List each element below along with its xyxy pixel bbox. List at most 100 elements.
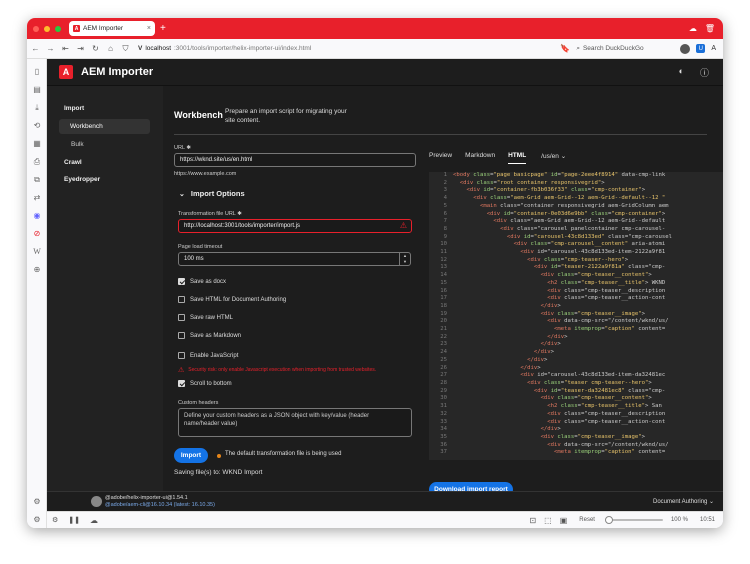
app-footer: @adobe/helix-importer-ui@1.54.1 @adobe/a…	[47, 491, 723, 511]
reload-icon[interactable]: ↻	[89, 44, 102, 53]
code-line: 24 </div>	[440, 349, 555, 356]
bookmarks-icon[interactable]: ▯	[32, 67, 42, 77]
search-field[interactable]: ⌕ Search DuckDuckGo	[576, 45, 674, 53]
code-line: 22 </div>	[440, 333, 568, 340]
zoom-level: 100 %	[670, 517, 688, 523]
panel-toggle-icon[interactable]: ⚙	[52, 516, 58, 524]
gear-icon[interactable]: ⚙	[32, 515, 42, 525]
skip-back-icon[interactable]: ⇤	[59, 44, 72, 53]
extension-u-icon[interactable]: U	[696, 44, 706, 53]
checkbox-save-markdown[interactable]: Save as Markdown	[178, 332, 241, 339]
app-header: A AEM Importer ◐ ⓘ	[47, 59, 723, 86]
transform-label: Transformation file URL ✱	[178, 211, 242, 217]
close-tab-icon[interactable]: ×	[147, 25, 151, 32]
zoom-slider[interactable]	[604, 516, 663, 524]
pause-icon[interactable]: ❚❚	[68, 516, 80, 524]
history-icon[interactable]: ⟲	[32, 121, 42, 131]
home-icon[interactable]: ⌂	[104, 44, 117, 53]
new-tab-icon[interactable]: +	[160, 23, 166, 34]
navigation-bar: ← → ⇤ ⇥ ↻ ⌂ ⛉ V localhost:3001/tools/imp…	[27, 39, 723, 59]
checkbox-save-raw-html[interactable]: Save raw HTML	[178, 314, 233, 321]
import-button[interactable]: Import	[174, 448, 208, 463]
page-description: Prepare an import script for migrating y…	[225, 108, 347, 124]
path-select[interactable]: /us/en ⌄	[541, 152, 566, 164]
bookmark-icon[interactable]: 🔖	[560, 44, 570, 53]
checkbox-box[interactable]	[178, 380, 185, 387]
code-line: 5 <main class="container responsivegrid …	[443, 202, 669, 209]
code-line: 11 <div id="carousel-43c8d133ed-item-212…	[440, 249, 666, 256]
maximize-window-button[interactable]	[55, 25, 61, 32]
url-input[interactable]: https://wknd.site/us/en.html	[174, 153, 416, 167]
code-line: 27 <div id="carousel-43c8d133ed-item-da3…	[440, 372, 666, 379]
cloud-status-icon[interactable]: ☁	[90, 516, 98, 525]
checkbox-box[interactable]	[178, 332, 185, 339]
forward-icon[interactable]: →	[44, 44, 57, 53]
skip-forward-icon[interactable]: ⇥	[74, 44, 87, 53]
nav-import[interactable]: Import	[64, 105, 84, 112]
zoom-slider-thumb[interactable]	[604, 516, 613, 524]
print-icon[interactable]: ⎙	[32, 157, 42, 167]
trash-icon[interactable]: 🗑	[705, 24, 715, 33]
profile-avatar[interactable]	[680, 43, 691, 54]
shield-icon[interactable]: ⛉	[119, 44, 132, 54]
transform-url-input[interactable]: http://localhost:3001/tools/importer/imp…	[178, 219, 412, 233]
tiling-icon[interactable]: ⬚	[544, 516, 552, 525]
close-window-button[interactable]	[33, 25, 39, 32]
code-line: 15 <h2 class="cmp-teaser__title"> WKND	[440, 279, 666, 286]
tab-html[interactable]: HTML	[508, 152, 527, 164]
checkbox-box[interactable]	[178, 296, 185, 303]
code-line: 34 </div>	[440, 426, 561, 433]
timeout-label: Page load timeout	[178, 244, 223, 250]
options-panel: Workbench Prepare an import script for m…	[163, 86, 429, 511]
browser-tab[interactable]: A AEM Importer ×	[69, 21, 155, 36]
stepper[interactable]: ▲ ▼	[399, 253, 410, 265]
add-panel-icon[interactable]: ⊕	[32, 265, 42, 275]
nav-workbench[interactable]: Workbench	[59, 119, 150, 134]
html-code-view[interactable]: 1 <body class="page basicpage" id="page-2…	[429, 172, 723, 460]
preview-panel: Preview Markdown HTML /us/en ⌄ 1 <body cl…	[429, 86, 723, 511]
theme-toggle-icon[interactable]: ◐	[679, 66, 684, 79]
notes-icon[interactable]: ▦	[32, 139, 42, 149]
translate-icon[interactable]: ⧉	[32, 175, 42, 185]
help-icon[interactable]: ⓘ	[700, 66, 709, 79]
vivaldi-icon[interactable]: ⊘	[32, 229, 42, 239]
zoom-reset[interactable]: Reset	[579, 517, 595, 523]
settings-icon[interactable]: ⚙	[32, 497, 42, 507]
nav-crawl[interactable]: Crawl	[64, 159, 82, 166]
wikipedia-icon[interactable]: W	[32, 247, 42, 257]
extension-a-icon[interactable]: A	[711, 45, 716, 52]
checkbox-save-html-da[interactable]: Save HTML for Document Authoring	[178, 296, 286, 303]
reading-list-icon[interactable]: ▤	[32, 85, 42, 95]
code-line: 30 <div class="cmp-teaser__content">	[440, 395, 652, 402]
checkbox-box[interactable]	[178, 314, 185, 321]
image-icon[interactable]: ▣	[560, 516, 568, 525]
authoring-select[interactable]: Document Authoring ⌄	[653, 498, 714, 505]
custom-headers-textarea[interactable]: Define your custom headers as a JSON obj…	[178, 408, 412, 437]
nav-bulk[interactable]: Bulk	[71, 141, 84, 148]
checkbox-scroll-bottom[interactable]: Scroll to bottom	[178, 380, 232, 387]
address-bar[interactable]: V localhost:3001/tools/importer/helix-im…	[138, 45, 311, 52]
nav-eyedropper[interactable]: Eyedropper	[64, 176, 100, 183]
checkbox-save-docx[interactable]: Save as docx	[178, 278, 226, 285]
cloud-icon[interactable]: ☁	[689, 24, 697, 33]
timeout-input[interactable]: 100 ms ▲ ▼	[178, 252, 411, 266]
sync-icon[interactable]: ⇄	[32, 193, 42, 203]
minimize-window-button[interactable]	[44, 25, 50, 32]
headers-label: Custom headers	[178, 400, 219, 406]
search-placeholder: Search DuckDuckGo	[582, 45, 644, 52]
back-icon[interactable]: ←	[29, 44, 42, 53]
tab-markdown[interactable]: Markdown	[465, 152, 495, 164]
mastodon-icon[interactable]: ◉	[32, 211, 42, 221]
divider	[174, 134, 429, 135]
browser-window: A AEM Importer × + ☁ 🗑 ← → ⇤ ⇥ ↻ ⌂ ⛉ V l…	[27, 18, 723, 528]
code-line: 9 <div id="carousel-43c8d133ed" class="c…	[443, 233, 672, 240]
url-host: localhost	[145, 45, 171, 52]
downloads-icon[interactable]: ⤓	[32, 103, 42, 113]
code-line: 19 <div class="cmp-teaser__image">	[440, 310, 646, 317]
checkbox-enable-js[interactable]: Enable JavaScript	[178, 352, 238, 359]
import-options-toggle[interactable]: ⌄ Import Options	[179, 189, 245, 198]
tab-preview[interactable]: Preview	[429, 152, 452, 164]
capture-icon[interactable]: ⊡	[529, 516, 536, 525]
checkbox-box[interactable]	[178, 278, 185, 285]
checkbox-box[interactable]	[178, 352, 185, 359]
